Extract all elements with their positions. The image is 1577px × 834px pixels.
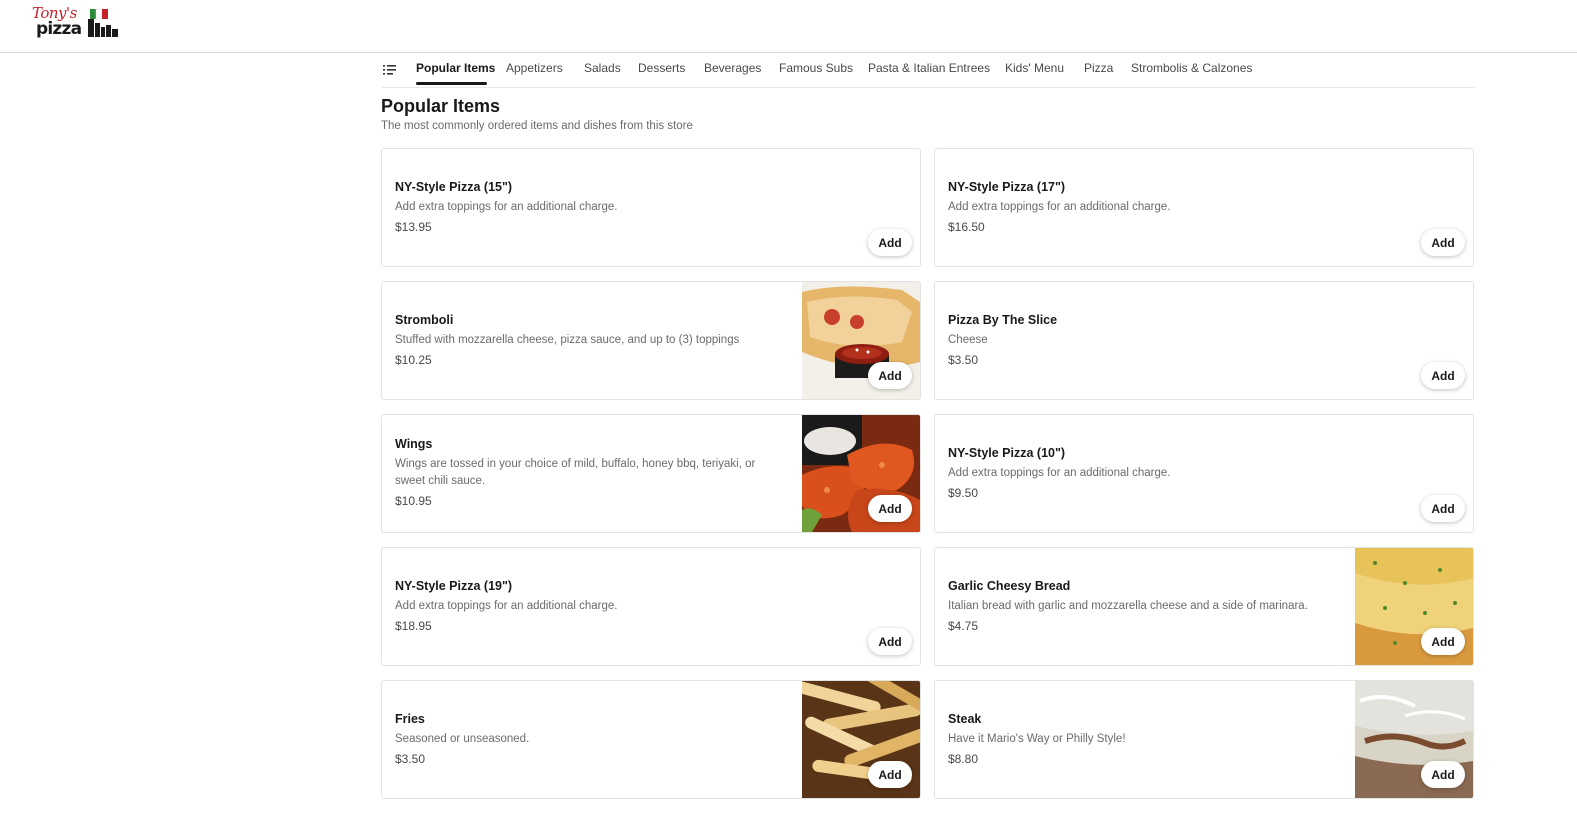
menu-item-card[interactable]: Steak Have it Mario's Way or Philly Styl… xyxy=(934,680,1474,799)
menu-item-card[interactable]: NY-Style Pizza (10") Add extra toppings … xyxy=(934,414,1474,533)
add-button[interactable]: Add xyxy=(868,362,912,389)
item-name: NY-Style Pizza (19") xyxy=(395,579,513,593)
item-price: $18.95 xyxy=(395,619,432,633)
item-description: Add extra toppings for an additional cha… xyxy=(395,600,618,612)
top-bar: Tony's pizza xyxy=(0,0,1577,53)
item-description: Have it Mario's Way or Philly Style! xyxy=(948,733,1126,745)
tab-pizza[interactable]: Pizza xyxy=(1084,61,1113,75)
section-subtitle: The most commonly ordered items and dish… xyxy=(381,120,693,132)
menu-item-card[interactable]: Garlic Cheesy Bread Italian bread with g… xyxy=(934,547,1474,666)
menu-item-card[interactable]: Pizza By The Slice Cheese $3.50 Add xyxy=(934,281,1474,400)
item-description: Cheese xyxy=(948,334,988,346)
item-description: Add extra toppings for an additional cha… xyxy=(395,201,618,213)
tab-strombolis-calzones[interactable]: Strombolis & Calzones xyxy=(1131,61,1252,75)
item-price: $3.50 xyxy=(948,353,979,367)
add-button[interactable]: Add xyxy=(1421,362,1465,389)
category-nav: Popular Items Appetizers Salads Desserts… xyxy=(382,53,1475,88)
item-description: Italian bread with garlic and mozzarella… xyxy=(948,600,1308,612)
add-button[interactable]: Add xyxy=(868,495,912,522)
item-name: Pizza By The Slice xyxy=(948,313,1058,327)
item-price: $10.25 xyxy=(395,353,432,367)
item-price: $4.75 xyxy=(948,619,979,633)
menu-item-card[interactable]: Wings Wings are tossed in your choice of… xyxy=(381,414,921,533)
add-button[interactable]: Add xyxy=(1421,628,1465,655)
tab-beverages[interactable]: Beverages xyxy=(704,61,761,75)
item-name: Stromboli xyxy=(395,313,454,327)
item-name: Garlic Cheesy Bread xyxy=(948,579,1071,593)
item-price: $16.50 xyxy=(948,220,985,234)
logo-word-text: pizza xyxy=(36,19,82,39)
item-price: $13.95 xyxy=(395,220,432,234)
add-button[interactable]: Add xyxy=(868,628,912,655)
item-description: Add extra toppings for an additional cha… xyxy=(948,467,1171,479)
menu-item-card[interactable]: Fries Seasoned or unseasoned. $3.50 Add xyxy=(381,680,921,799)
store-logo[interactable]: Tony's pizza xyxy=(30,4,122,41)
item-description: Add extra toppings for an additional cha… xyxy=(948,201,1171,213)
menu-item-card[interactable]: NY-Style Pizza (17") Add extra toppings … xyxy=(934,148,1474,267)
tab-desserts[interactable]: Desserts xyxy=(638,61,685,75)
item-description: Seasoned or unseasoned. xyxy=(395,733,530,745)
item-name: Fries xyxy=(395,712,425,726)
tab-kids-menu[interactable]: Kids' Menu xyxy=(1005,61,1064,75)
item-name: Wings xyxy=(395,437,433,451)
section-title: Popular Items xyxy=(381,96,501,116)
menu-item-card[interactable]: Stromboli Stuffed with mozzarella cheese… xyxy=(381,281,921,400)
tab-famous-subs[interactable]: Famous Subs xyxy=(779,61,853,75)
item-description: Wings are tossed in your choice of mild,… xyxy=(395,458,756,487)
add-button[interactable]: Add xyxy=(1421,495,1465,522)
item-name: Steak xyxy=(948,712,982,726)
add-button[interactable]: Add xyxy=(868,761,912,788)
menu-item-card[interactable]: NY-Style Pizza (19") Add extra toppings … xyxy=(381,547,921,666)
item-price: $3.50 xyxy=(395,752,426,766)
active-tab-indicator xyxy=(416,82,487,85)
tab-salads[interactable]: Salads xyxy=(584,61,621,75)
add-button[interactable]: Add xyxy=(1421,229,1465,256)
menu-item-card[interactable]: NY-Style Pizza (15") Add extra toppings … xyxy=(381,148,921,267)
item-name: NY-Style Pizza (17") xyxy=(948,180,1066,194)
item-description: Stuffed with mozzarella cheese, pizza sa… xyxy=(395,334,740,346)
item-name: NY-Style Pizza (15") xyxy=(395,180,513,194)
add-button[interactable]: Add xyxy=(1421,761,1465,788)
add-button[interactable]: Add xyxy=(868,229,912,256)
item-price: $10.95 xyxy=(395,494,432,508)
item-name: NY-Style Pizza (10") xyxy=(948,446,1066,460)
tab-pasta-italian-entrees[interactable]: Pasta & Italian Entrees xyxy=(868,61,990,75)
tab-appetizers[interactable]: Appetizers xyxy=(506,61,563,75)
category-list-icon[interactable] xyxy=(382,62,398,78)
logo-skyline-icon xyxy=(88,8,118,37)
item-price: $9.50 xyxy=(948,486,979,500)
item-price: $8.80 xyxy=(948,752,979,766)
tab-popular-items[interactable]: Popular Items xyxy=(416,61,495,75)
